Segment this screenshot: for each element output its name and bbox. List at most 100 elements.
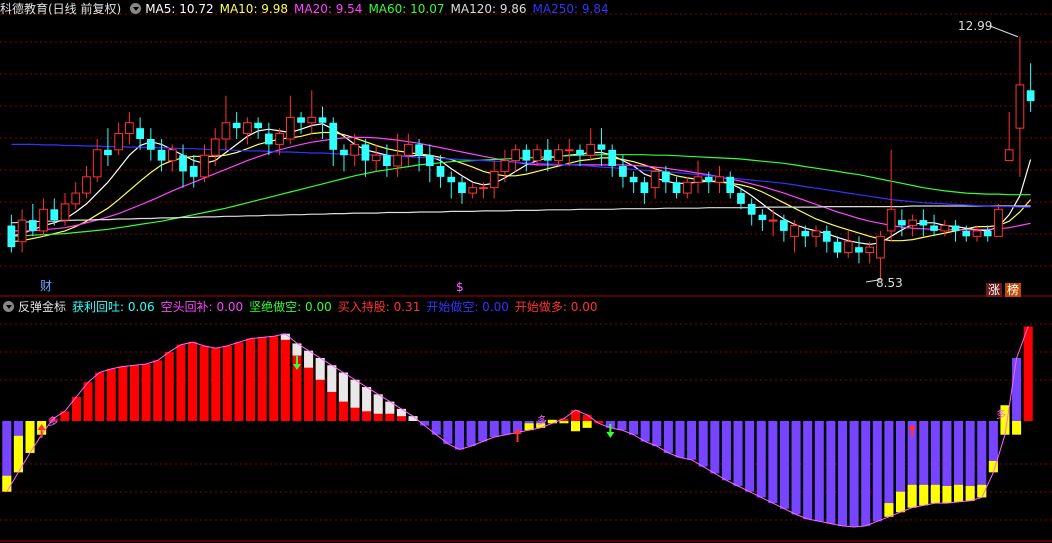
candle-body-down: [383, 155, 391, 167]
indicator-bar: [849, 421, 859, 528]
candle-body-down: [254, 122, 262, 129]
candle-body-down: [1026, 90, 1035, 102]
indicator-bar: [234, 342, 244, 421]
indicator-bar: [443, 421, 453, 444]
candle-body-down: [597, 144, 606, 150]
indicator-bar: [257, 337, 267, 421]
indicator-legend-item-4: 开始做空: 0.00: [426, 300, 509, 314]
candle-body-up: [285, 116, 295, 140]
kline-chart[interactable]: 12.998.53财 $多 多多: [0, 0, 1052, 543]
indicator-bar: [280, 333, 290, 421]
candle-body-up: [532, 149, 542, 162]
indicator-bar: [814, 421, 824, 522]
candle-body-down: [661, 171, 670, 183]
candle-body-down: [629, 176, 638, 183]
indicator-yellow-bar: [895, 491, 906, 513]
candle-body-up: [393, 154, 402, 167]
candle-body-up: [865, 246, 875, 254]
bang-badge[interactable]: 榜: [1005, 283, 1022, 297]
indicator-white-bar: [373, 394, 383, 414]
candle-body-down: [447, 176, 456, 183]
candle-body-down: [157, 149, 166, 161]
candle-body-up: [790, 225, 799, 237]
candle-body-down: [919, 220, 928, 226]
candle-body-down: [801, 230, 810, 237]
indicator-white-bar: [350, 379, 360, 408]
indicator-bar: [872, 421, 882, 522]
candle-body-up: [350, 143, 360, 156]
candle-body-down: [136, 128, 144, 139]
candle-body-up: [886, 208, 896, 232]
high-price-label: 12.99: [958, 19, 992, 33]
candle-body-down: [297, 117, 305, 123]
dropdown-circle-icon[interactable]: [130, 3, 142, 14]
indicator-yellow-bar: [919, 484, 929, 506]
zhang-badge[interactable]: 涨: [986, 283, 1003, 297]
ma-legend-item-0: MA5: 10.72: [145, 2, 214, 16]
candle-body-down: [704, 176, 713, 183]
ma-line-ma5: [11, 123, 1032, 246]
indicator-bar: [454, 421, 464, 450]
indicator-bar: [83, 382, 93, 421]
ma-legend-item-2: MA20: 9.54: [294, 2, 363, 16]
ma-legend-item-1: MA10: 9.98: [219, 2, 289, 16]
candle-body-down: [672, 182, 681, 194]
indicator-bar: [269, 336, 279, 421]
indicator-bar: [478, 421, 488, 442]
stock-title[interactable]: 科德教育(日线 前复权): [0, 2, 121, 16]
indicator-bar: [791, 421, 801, 515]
candle-body-down: [930, 225, 938, 231]
candle-body-up: [843, 241, 853, 254]
indicator-yellow-bar: [571, 421, 581, 432]
indicator-yellow-bar: [2, 475, 12, 492]
candle-body-up: [554, 149, 563, 162]
indicator-bar: [861, 421, 871, 526]
candle-body-down: [522, 149, 531, 161]
candle-body-up: [60, 203, 70, 221]
indicator-white-bar: [327, 365, 337, 392]
candle-body-up: [715, 176, 724, 183]
candle-body-down: [265, 133, 273, 145]
indicator-bar: [687, 421, 697, 460]
candle-body-up: [972, 230, 982, 237]
candle-body-down: [318, 117, 327, 123]
candle-body-down: [619, 166, 627, 177]
indicator-bar: [803, 421, 813, 520]
candle-body-up: [650, 170, 660, 189]
indicator-title[interactable]: 反弹金标: [18, 300, 66, 314]
candle-body-down: [146, 138, 155, 150]
candle-body-down: [737, 193, 745, 204]
candle-body-up: [114, 133, 124, 151]
candle-body-up: [1004, 149, 1014, 162]
indicator-yellow-bar: [1012, 421, 1022, 435]
duo-marker: 多: [537, 414, 547, 427]
cai-marker: 财: [40, 279, 52, 293]
indicator-bar: [837, 421, 848, 526]
ma-legend-item-4: MA120: 9.86: [450, 2, 527, 16]
candle-body-down: [726, 176, 735, 194]
candle-body-up: [307, 116, 317, 124]
candle-body-up: [479, 187, 488, 190]
indicator-bar: [222, 345, 232, 421]
ma-legend-item-3: MA60: 10.07: [368, 2, 445, 16]
ma-line-ma60: [11, 154, 1031, 237]
indicator-legend-item-3: 买入持股: 0.31: [337, 300, 421, 314]
dropdown-circle-icon[interactable]: [3, 301, 14, 312]
candle-body-down: [962, 230, 971, 237]
candle-body-up: [811, 230, 821, 237]
indicator-bar: [176, 344, 186, 421]
indicator-bar: [779, 421, 789, 509]
indicator-bar: [141, 364, 151, 421]
candle-body-up: [82, 176, 91, 194]
candle-body-down: [640, 182, 649, 194]
indicator-bar: [710, 421, 720, 474]
indicator-yellow-bar: [582, 421, 592, 428]
candle-body-down: [179, 155, 187, 172]
indicator-bar: [733, 421, 743, 486]
indicator-bar: [118, 366, 128, 421]
candle-body-up: [994, 208, 1003, 237]
indicator-bar: [652, 421, 662, 447]
candle-body-up: [586, 143, 596, 156]
candle-body-up: [693, 176, 703, 183]
indicator-bar: [1012, 357, 1022, 421]
